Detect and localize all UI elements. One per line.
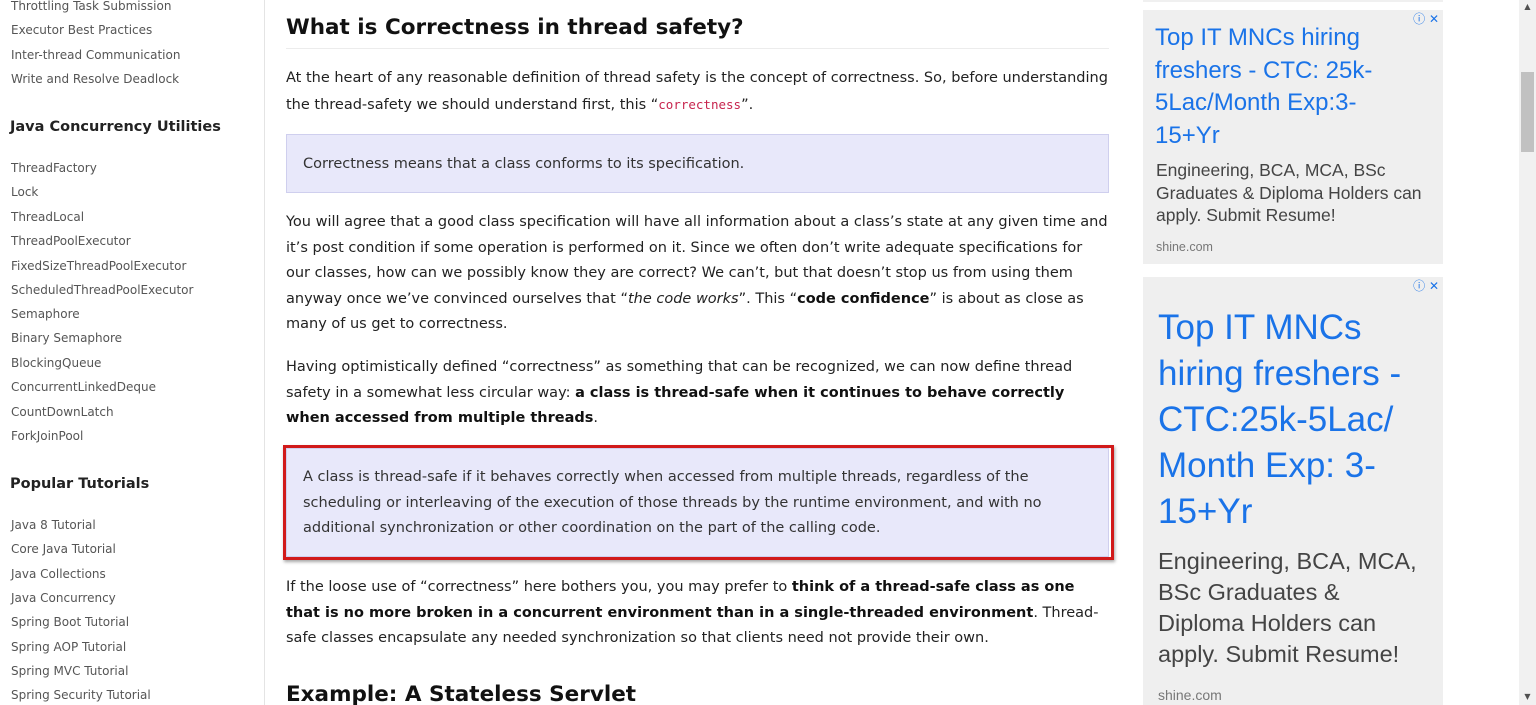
sidebar-link-threadpoolexecutor[interactable]: ThreadPoolExecutor <box>11 233 131 249</box>
ad-2-body: Engineering, BCA, MCA, BSc Graduates & D… <box>1158 548 1417 667</box>
ad-info-icon[interactable]: ⓘ <box>1413 12 1425 26</box>
ad-column: ⓘ ✕ Top IT MNCs hiring freshers - CTC: 2… <box>1143 0 1443 705</box>
sidebar-link-fixedsize[interactable]: FixedSizeThreadPoolExecutor <box>11 258 186 274</box>
scroll-thumb[interactable] <box>1521 72 1534 152</box>
sidebar-link-spring-security[interactable]: Spring Security Tutorial <box>11 687 151 703</box>
ad-close-icon[interactable]: ✕ <box>1429 279 1439 293</box>
sidebar-link-scheduled[interactable]: ScheduledThreadPoolExecutor <box>11 282 193 298</box>
sidebar-link-spring-boot[interactable]: Spring Boot Tutorial <box>11 614 129 630</box>
bold-code-confidence: code confidence <box>797 290 930 307</box>
heading-divider <box>286 48 1109 49</box>
sidebar-link-java8[interactable]: Java 8 Tutorial <box>11 517 96 533</box>
ad-unit-2[interactable]: ⓘ ✕ Top IT MNCs hiring freshers - CTC:25… <box>1143 277 1443 705</box>
sidebar-link-semaphore[interactable]: Semaphore <box>11 306 80 322</box>
blockquote-correctness-text: Correctness means that a class conforms … <box>303 156 745 172</box>
sidebar-link-threadlocal[interactable]: ThreadLocal <box>11 209 84 225</box>
sidebar-link-java-collections[interactable]: Java Collections <box>11 566 106 582</box>
scroll-up-icon[interactable]: ▲ <box>1519 0 1536 14</box>
paragraph-loose-use-text: If the loose use of “correctness” here b… <box>286 579 792 595</box>
sidebar-link-executor-best-practices[interactable]: Executor Best Practices <box>11 22 152 38</box>
ad-2-controls[interactable]: ⓘ ✕ <box>1413 279 1439 293</box>
sidebar-heading-utilities: Java Concurrency Utilities <box>10 119 221 135</box>
sidebar-link-threadfactory[interactable]: ThreadFactory <box>11 160 97 176</box>
paragraph-loose-use: If the loose use of “correctness” here b… <box>286 575 1109 652</box>
ad-unit-1[interactable]: ⓘ ✕ Top IT MNCs hiring freshers - CTC: 2… <box>1143 10 1443 264</box>
blockquote-correctness: Correctness means that a class conforms … <box>286 134 1109 193</box>
sidebar: Throttling Task Submission Executor Best… <box>0 0 265 705</box>
sidebar-link-java-concurrency[interactable]: Java Concurrency <box>11 590 116 606</box>
page-scrollbar[interactable]: ▲ ▼ <box>1519 0 1536 705</box>
ad-2-title[interactable]: Top IT MNCs hiring freshers - CTC:25k-5L… <box>1158 305 1428 535</box>
paragraph-intro: At the heart of any reasonable definitio… <box>286 66 1109 118</box>
ad-1-body: Engineering, BCA, MCA, BSc Graduates & D… <box>1156 160 1422 225</box>
ad-1-controls[interactable]: ⓘ ✕ <box>1413 12 1439 26</box>
sidebar-link-spring-mvc[interactable]: Spring MVC Tutorial <box>11 663 128 679</box>
sidebar-link-inter-thread[interactable]: Inter-thread Communication <box>11 47 180 63</box>
section-heading: What is Correctness in thread safety? <box>286 15 744 40</box>
sidebar-link-throttling[interactable]: Throttling Task Submission <box>11 0 171 14</box>
ad-1-title[interactable]: Top IT MNCs hiring freshers - CTC: 25k-5… <box>1155 22 1405 152</box>
paragraph-definition: Having optimistically defined “correctne… <box>286 355 1109 432</box>
sidebar-link-spring-aop[interactable]: Spring AOP Tutorial <box>11 639 126 655</box>
sidebar-heading-popular: Popular Tutorials <box>10 476 150 492</box>
ad-1-source[interactable]: shine.com <box>1156 240 1213 254</box>
paragraph-definition-end: . <box>593 410 599 426</box>
page: Throttling Task Submission Executor Best… <box>0 0 1536 705</box>
scroll-down-icon[interactable]: ▼ <box>1519 690 1536 704</box>
sidebar-link-core-java[interactable]: Core Java Tutorial <box>11 541 116 557</box>
sidebar-link-forkjoinpool[interactable]: ForkJoinPool <box>11 428 83 444</box>
sidebar-link-countdownlatch[interactable]: CountDownLatch <box>11 404 114 420</box>
ad-close-icon[interactable]: ✕ <box>1429 12 1439 26</box>
sidebar-link-lock[interactable]: Lock <box>11 184 38 200</box>
sidebar-link-deadlock[interactable]: Write and Resolve Deadlock <box>11 71 179 87</box>
inline-code-correctness: correctness <box>658 96 742 112</box>
paragraph-specification: You will agree that a good class specifi… <box>286 210 1109 338</box>
emphasis-code-works: the code works <box>627 290 739 307</box>
sidebar-link-binary-semaphore[interactable]: Binary Semaphore <box>11 330 122 346</box>
paragraph-intro-end: ”. <box>741 96 754 113</box>
paragraph-specification-mid: ”. This “ <box>738 290 798 307</box>
article: What is Correctness in thread safety? At… <box>283 0 1114 705</box>
ad-info-icon[interactable]: ⓘ <box>1413 279 1425 293</box>
section-heading-example: Example: A Stateless Servlet <box>286 682 637 705</box>
ad-2-source[interactable]: shine.com <box>1158 687 1222 703</box>
highlight-annotation-box <box>283 445 1114 560</box>
sidebar-link-concurrentlinkeddeque[interactable]: ConcurrentLinkedDeque <box>11 379 156 395</box>
sidebar-link-blockingqueue[interactable]: BlockingQueue <box>11 355 101 371</box>
ad-column-divider <box>1143 0 1443 2</box>
